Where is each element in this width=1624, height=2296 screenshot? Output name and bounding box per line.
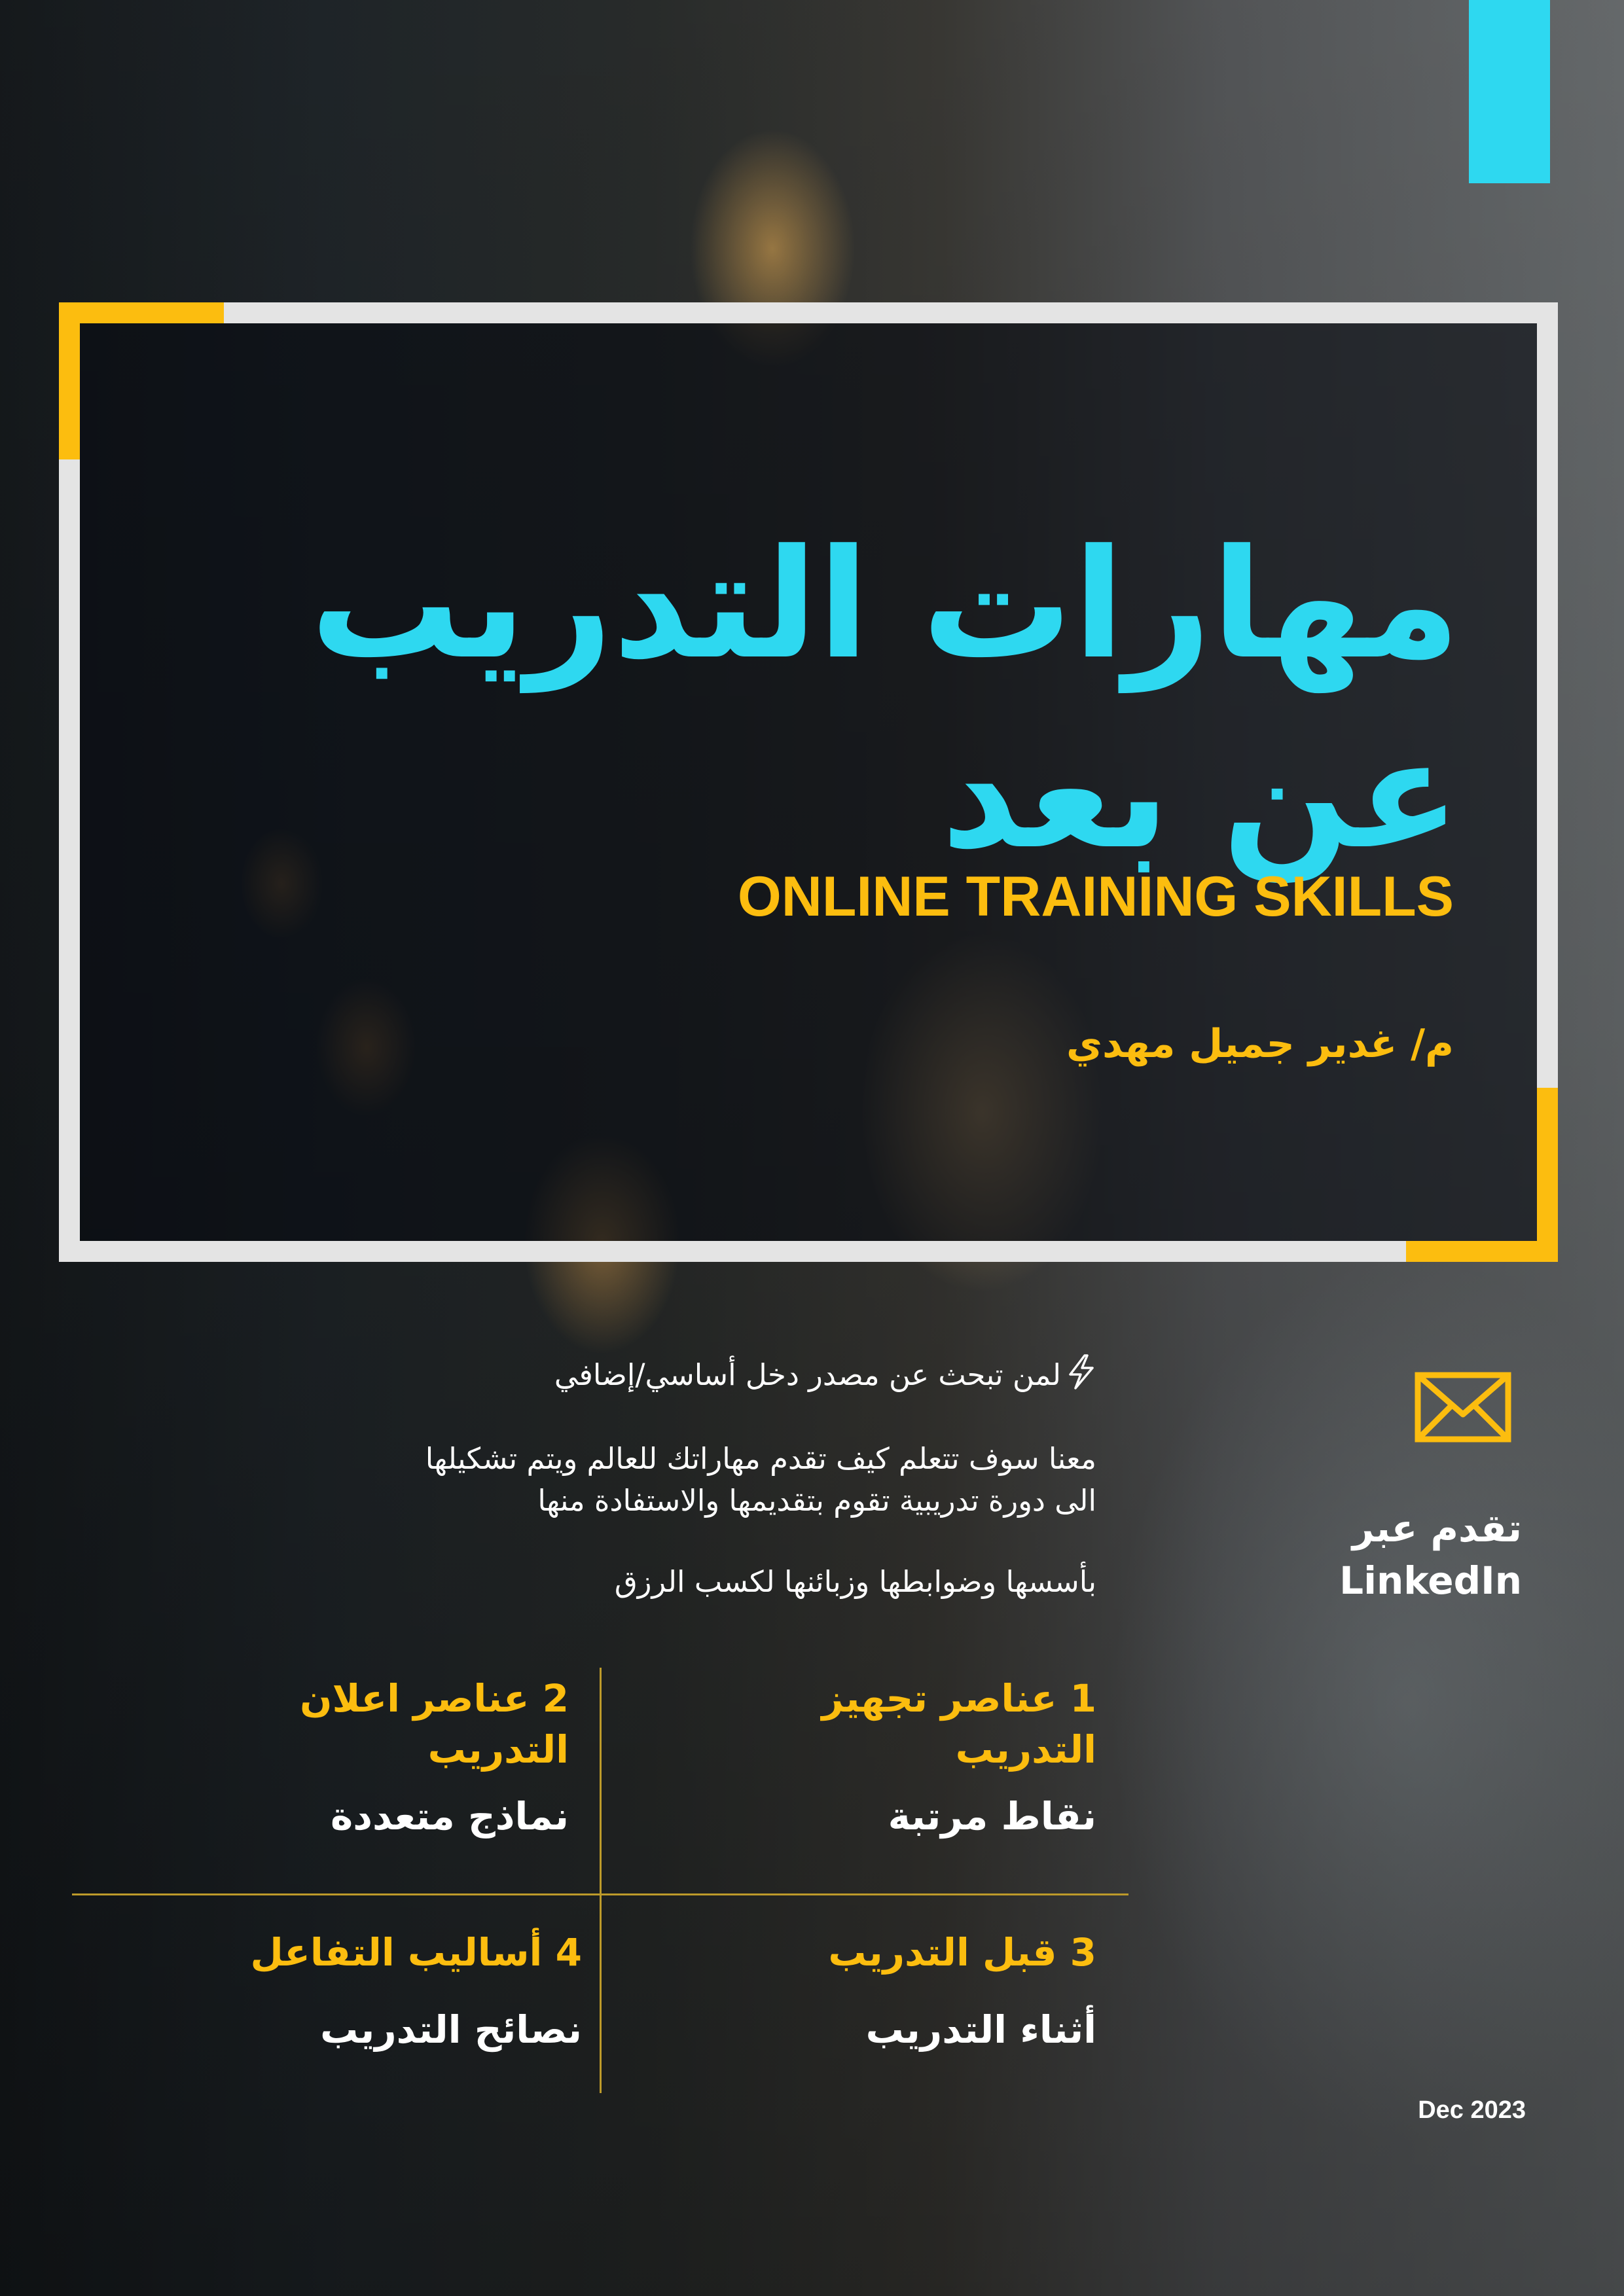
grid-vertical-divider [600,1668,602,2093]
apply-line-1: تقدم عبر [1352,1506,1522,1551]
grid-cell-3: 3 قبل التدريب أثناء التدريب [730,1927,1096,2055]
frame-corner-top-left-v [59,302,80,459]
grid-cell-heading: 4 أساليب التفاعل [250,1930,582,1975]
grid-cell-heading: 3 قبل التدريب [828,1930,1096,1975]
grid-cell-value: نماذج متعددة [330,1794,569,1839]
issue-date: Dec 2023 [1418,2096,1526,2124]
subtitle: ONLINE TRAINING SKILLS [737,865,1454,928]
frame-corner-top-left-h [59,302,224,323]
apply-via-linkedin[interactable]: تقدم عبر LinkedIn [1195,1502,1522,1607]
grid-cell-value: أثناء التدريب [865,2007,1096,2052]
intro-line-1: لمن تبحث عن مصدر دخل أساسي/إضافي [311,1354,1096,1401]
grid-horizontal-divider [72,1893,1128,1895]
intro-text-1: لمن تبحث عن مصدر دخل أساسي/إضافي [554,1357,1061,1392]
page-title: مهارات التدريب عن بعد [86,511,1460,890]
lightning-icon [1065,1354,1096,1401]
title-line-1: مهارات التدريب [310,518,1460,692]
grid-cell-2: 2 عناصر اعلان التدريب نماذج متعددة [228,1673,569,1842]
apply-line-2: LinkedIn [1339,1558,1522,1603]
grid-cell-value: نصائح التدريب [320,2007,582,2052]
grid-cell-4: 4 أساليب التفاعل نصائح التدريب [215,1927,582,2055]
envelope-icon[interactable] [1414,1371,1512,1443]
intro-line-4: بأسسها وضوابطها وزبائنها لكسب الرزق [614,1564,1096,1599]
grid-cell-heading: 2 عناصر اعلان التدريب [300,1676,569,1772]
frame-corner-bottom-right-h [1406,1241,1558,1262]
grid-cell-value: نقاط مرتبة [888,1794,1096,1839]
top-accent-bar [1469,0,1550,183]
intro-line-2: معنا سوف تتعلم كيف تقدم مهاراتك للعالم و… [425,1441,1096,1476]
title-line-2: عن بعد [941,708,1460,882]
frame-corner-bottom-right-v [1537,1088,1558,1262]
grid-cell-1: 1 عناصر تجهيز التدريب نقاط مرتبة [730,1673,1096,1842]
grid-cell-heading: 1 عناصر تجهيز التدريب [821,1676,1096,1772]
intro-line-3: الى دورة تدريبية تقوم بتقديمها والاستفاد… [537,1483,1096,1518]
author-name: م/ غدير جميل مهدي [1066,1021,1454,1067]
